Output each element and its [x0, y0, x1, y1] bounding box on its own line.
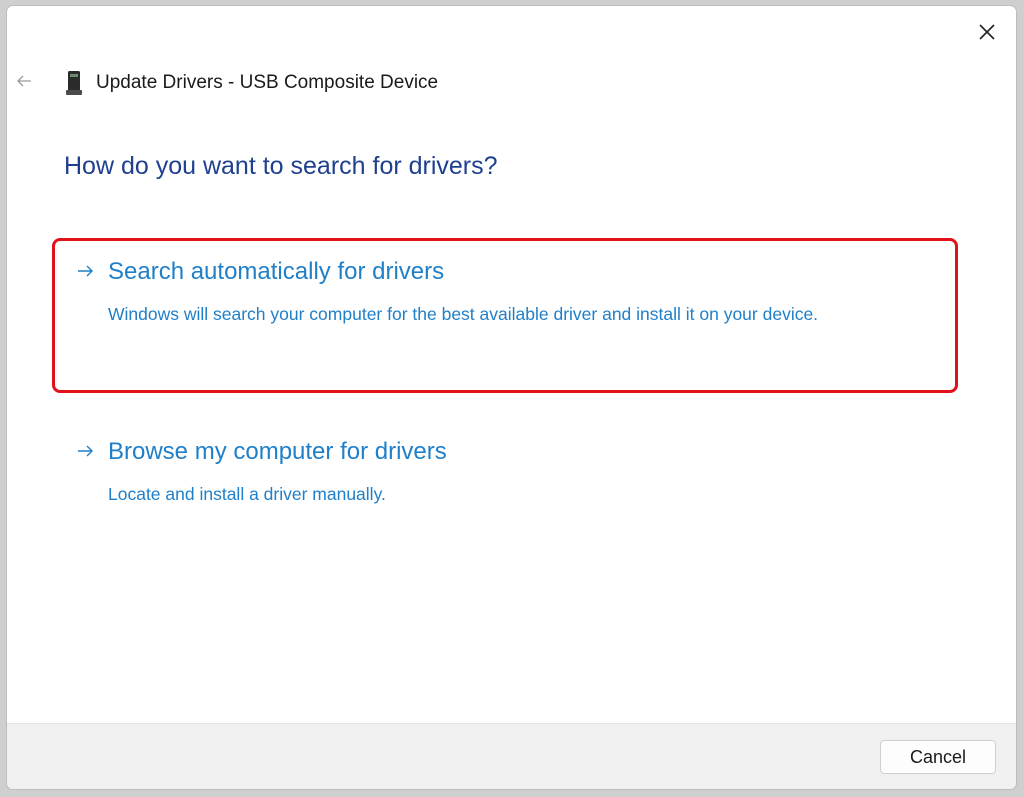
close-button[interactable]: [972, 18, 1002, 46]
option-title[interactable]: Browse my computer for drivers: [108, 438, 447, 466]
update-drivers-dialog: Update Drivers - USB Composite Device Ho…: [7, 6, 1016, 789]
back-button[interactable]: [13, 70, 35, 92]
page-heading: How do you want to search for drivers?: [64, 152, 498, 180]
arrow-right-icon: [78, 445, 93, 457]
dialog-footer: Cancel: [7, 723, 1016, 789]
option-description: Locate and install a driver manually.: [108, 484, 386, 504]
option-description: Windows will search your computer for th…: [108, 304, 819, 324]
cancel-button[interactable]: Cancel: [880, 740, 996, 774]
option-title[interactable]: Search automatically for drivers: [108, 258, 444, 286]
close-icon: [979, 24, 995, 40]
arrow-right-icon: [78, 265, 93, 277]
back-arrow-icon: [17, 75, 31, 87]
window-title: Update Drivers - USB Composite Device: [96, 72, 439, 93]
usb-device-icon: [66, 71, 82, 95]
